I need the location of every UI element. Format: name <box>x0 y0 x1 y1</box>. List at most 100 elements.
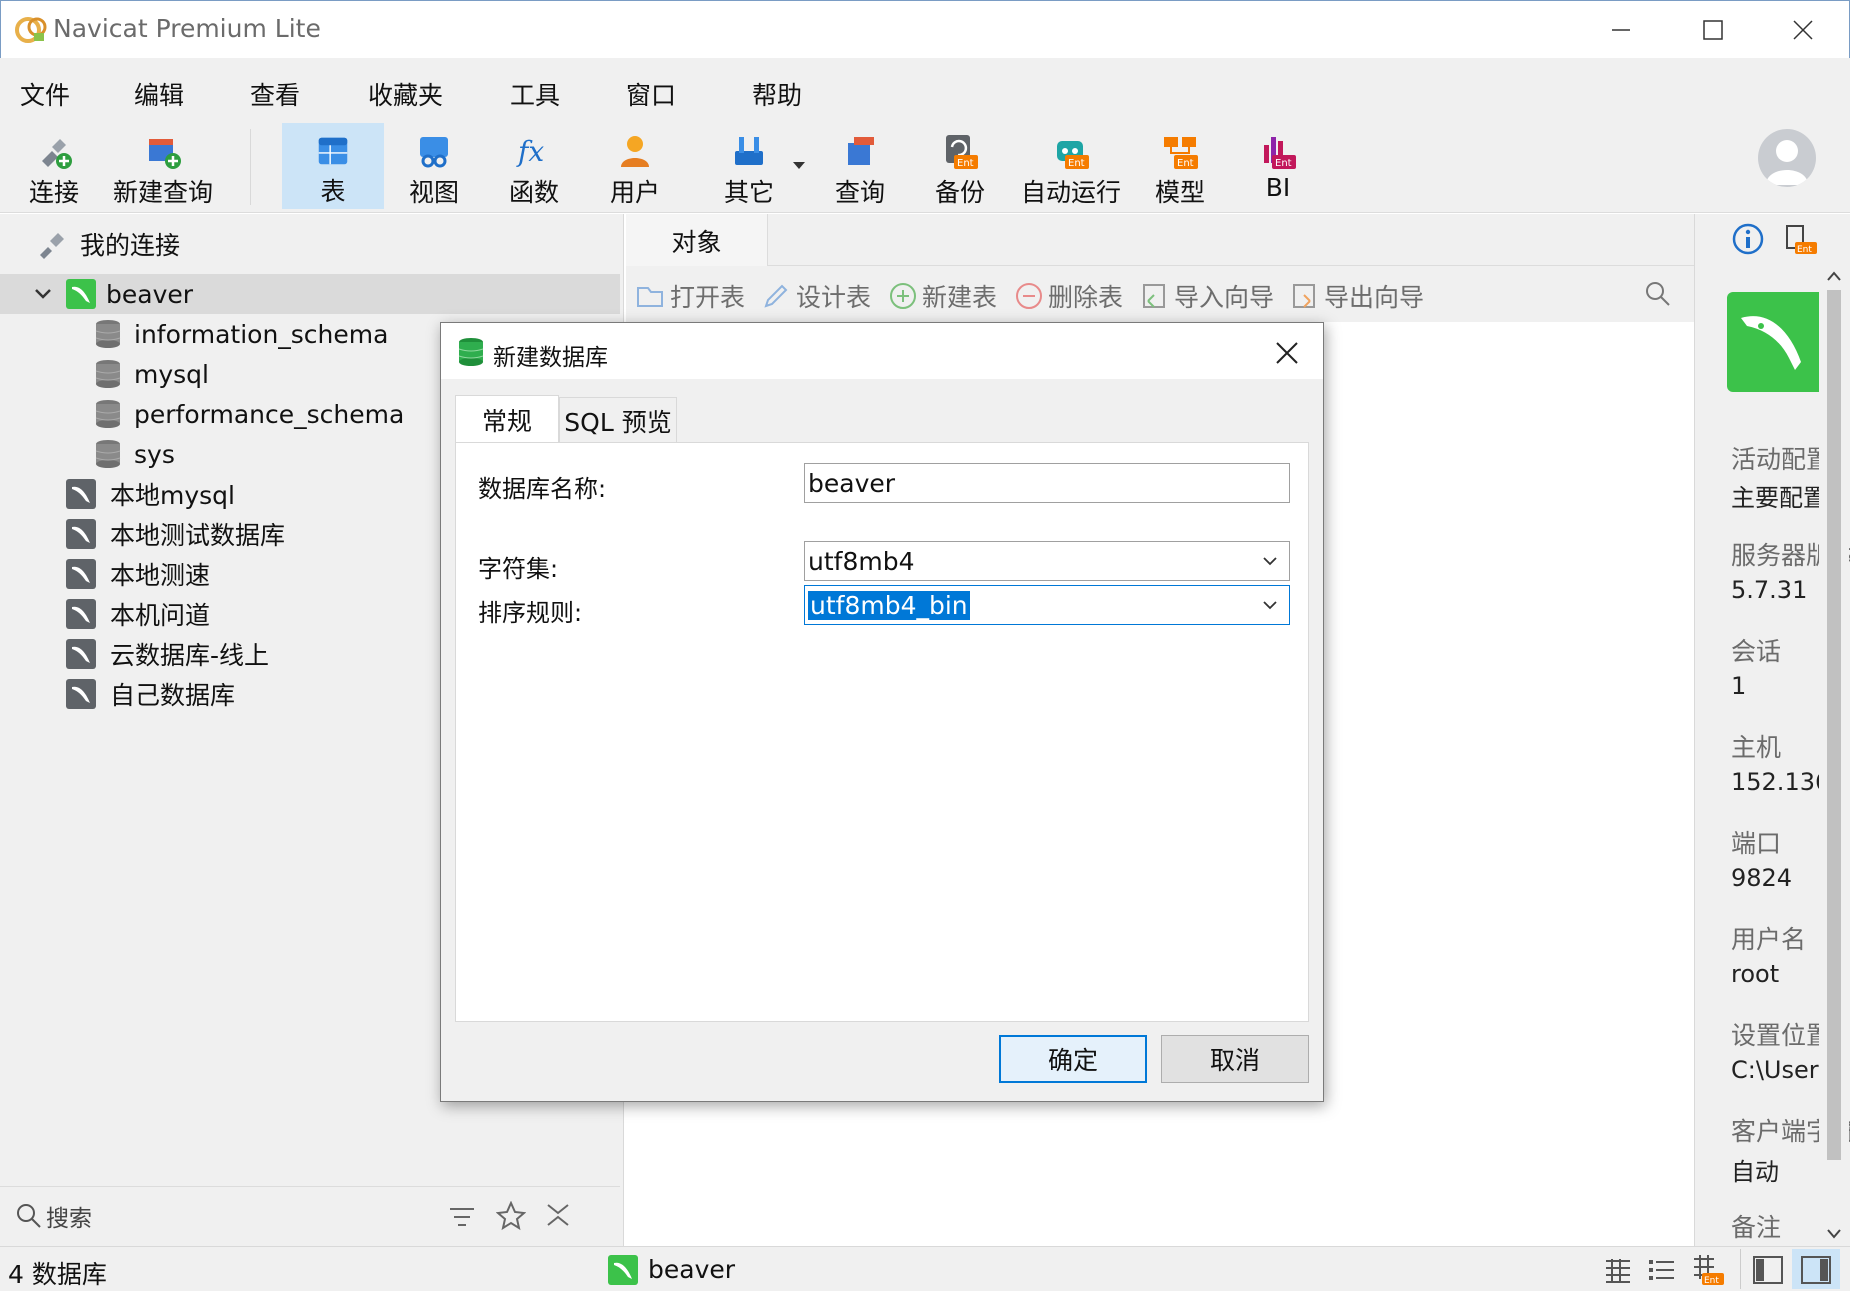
scroll-down-icon[interactable] <box>1826 1228 1842 1240</box>
menu-edit[interactable]: 编辑 <box>134 76 184 112</box>
close-icon[interactable] <box>1269 335 1305 371</box>
query-button[interactable]: 查询 <box>826 123 894 209</box>
tab-objects-label: 对象 <box>671 227 722 257</box>
new-query-label: 新建查询 <box>112 178 213 207</box>
menu-window[interactable]: 窗口 <box>626 76 676 112</box>
cancel-button[interactable]: 取消 <box>1161 1035 1309 1083</box>
model-button[interactable]: Ent 模型 <box>1146 123 1214 209</box>
other-button[interactable]: 其它 <box>712 123 786 209</box>
menu-favorites[interactable]: 收藏夹 <box>368 76 443 112</box>
info-value: 9824 <box>1731 864 1793 892</box>
connection-plug-icon <box>40 233 64 259</box>
database-name-input[interactable]: beaver <box>804 463 1290 503</box>
function-icon: fx <box>516 135 544 168</box>
bi-button[interactable]: Ent BI <box>1250 123 1306 209</box>
delete-table-button[interactable]: 删除表 <box>1014 278 1123 314</box>
scrollbar-thumb[interactable] <box>1827 290 1841 1160</box>
tree-item-label: 云数据库-线上 <box>110 641 270 670</box>
table-button[interactable]: 表 <box>282 123 384 209</box>
design-table-button[interactable]: 设计表 <box>762 278 871 314</box>
mysql-connection-icon <box>66 519 96 549</box>
charset-select[interactable]: utf8mb4 <box>804 541 1290 581</box>
info-value: 1 <box>1731 672 1747 700</box>
info-label: 主机 <box>1731 733 1782 762</box>
user-avatar[interactable] <box>1758 129 1816 187</box>
filter-icon[interactable] <box>448 1205 476 1229</box>
import-wizard-label: 导入向导 <box>1174 283 1275 312</box>
database-name-value: beaver <box>808 468 896 498</box>
new-query-icon <box>149 139 181 169</box>
my-connections-header[interactable]: 我的连接 <box>36 226 180 262</box>
pencil-icon <box>764 284 788 308</box>
avatar-icon <box>1766 140 1808 185</box>
database-name-label: 数据库名称: <box>478 475 607 503</box>
ent-badge-text: Ent <box>1704 1276 1719 1286</box>
chevron-down-icon[interactable] <box>34 287 52 301</box>
new-database-dialog: 新建数据库 常规 SQL 预览 数据库名称: beaver 字符集: utf8m… <box>440 322 1324 1102</box>
import-wizard-button[interactable]: 导入向导 <box>1140 278 1274 314</box>
status-bar: 4 数据库 beaver Ent <box>0 1246 1850 1291</box>
ent-badge-text: Ent <box>1797 245 1812 255</box>
info-label: 端口 <box>1731 829 1782 858</box>
collation-select[interactable]: utf8mb4_bin <box>804 585 1290 625</box>
charset-label: 字符集: <box>478 555 559 583</box>
mysql-connection-icon <box>66 559 96 589</box>
info-icon[interactable] <box>1731 222 1765 256</box>
function-label: 函数 <box>508 178 559 207</box>
ok-button[interactable]: 确定 <box>999 1035 1147 1083</box>
info-scrollbar[interactable] <box>1819 266 1849 1246</box>
automation-button[interactable]: Ent 自动运行 <box>1018 123 1124 209</box>
menu-help[interactable]: 帮助 <box>752 76 802 112</box>
minimize-icon <box>1612 29 1630 31</box>
close-window-button[interactable] <box>1757 1 1849 59</box>
new-table-button[interactable]: 新建表 <box>888 278 997 314</box>
database-icon <box>95 320 121 348</box>
tree-item-label: 自己数据库 <box>110 681 236 710</box>
tab-sql-preview-label: SQL 预览 <box>564 407 672 437</box>
tab-sql-preview[interactable]: SQL 预览 <box>559 397 677 443</box>
cancel-button-label: 取消 <box>1209 1046 1260 1075</box>
collapse-icon[interactable] <box>544 1201 572 1229</box>
user-button[interactable]: 用户 <box>600 123 670 209</box>
backup-button[interactable]: Ent 备份 <box>926 123 994 209</box>
remove-circle-icon <box>1016 283 1042 309</box>
scroll-up-icon[interactable] <box>1826 270 1842 282</box>
open-table-button[interactable]: 打开表 <box>636 278 745 314</box>
star-icon[interactable] <box>496 1201 526 1231</box>
menu-tools[interactable]: 工具 <box>510 76 560 112</box>
connect-button[interactable]: 连接 <box>22 123 86 209</box>
other-dropdown-arrow-icon[interactable] <box>792 161 806 171</box>
menu-view[interactable]: 查看 <box>250 76 300 112</box>
current-connection: beaver <box>648 1255 736 1284</box>
add-circle-icon <box>890 283 916 309</box>
tab-objects[interactable]: 对象 <box>626 214 768 267</box>
view-button[interactable]: 视图 <box>400 123 468 209</box>
toggle-left-panel-icon[interactable] <box>1752 1255 1784 1285</box>
menu-file[interactable]: 文件 <box>20 76 70 112</box>
er-view-icon[interactable]: Ent <box>1690 1253 1724 1287</box>
tab-general[interactable]: 常规 <box>455 395 559 443</box>
info-value: 自动 <box>1731 1158 1779 1186</box>
search-icon[interactable] <box>1644 280 1672 308</box>
export-wizard-button[interactable]: 导出向导 <box>1290 278 1424 314</box>
toggle-right-panel-button[interactable] <box>1792 1249 1840 1289</box>
database-icon <box>95 360 121 388</box>
search-icon[interactable] <box>16 1203 42 1229</box>
new-query-button[interactable]: 新建查询 <box>108 123 218 209</box>
minimize-button[interactable] <box>1575 1 1667 59</box>
mysql-connection-icon <box>66 479 96 509</box>
function-button[interactable]: fx 函数 <box>500 123 568 209</box>
view-label: 视图 <box>408 178 459 207</box>
delete-table-label: 删除表 <box>1048 283 1124 312</box>
user-icon <box>621 136 649 167</box>
list-view-icon[interactable] <box>1648 1257 1676 1283</box>
table-label: 表 <box>320 177 346 206</box>
maximize-button[interactable] <box>1667 1 1759 59</box>
status-divider <box>1740 1249 1741 1289</box>
ddl-icon[interactable]: Ent <box>1783 222 1817 256</box>
new-table-label: 新建表 <box>922 283 998 312</box>
search-input[interactable]: 搜索 <box>46 1199 92 1233</box>
tree-item-label: beaver <box>106 279 194 309</box>
grid-view-icon[interactable] <box>1604 1257 1632 1283</box>
tree-item-beaver[interactable]: beaver <box>0 274 620 314</box>
